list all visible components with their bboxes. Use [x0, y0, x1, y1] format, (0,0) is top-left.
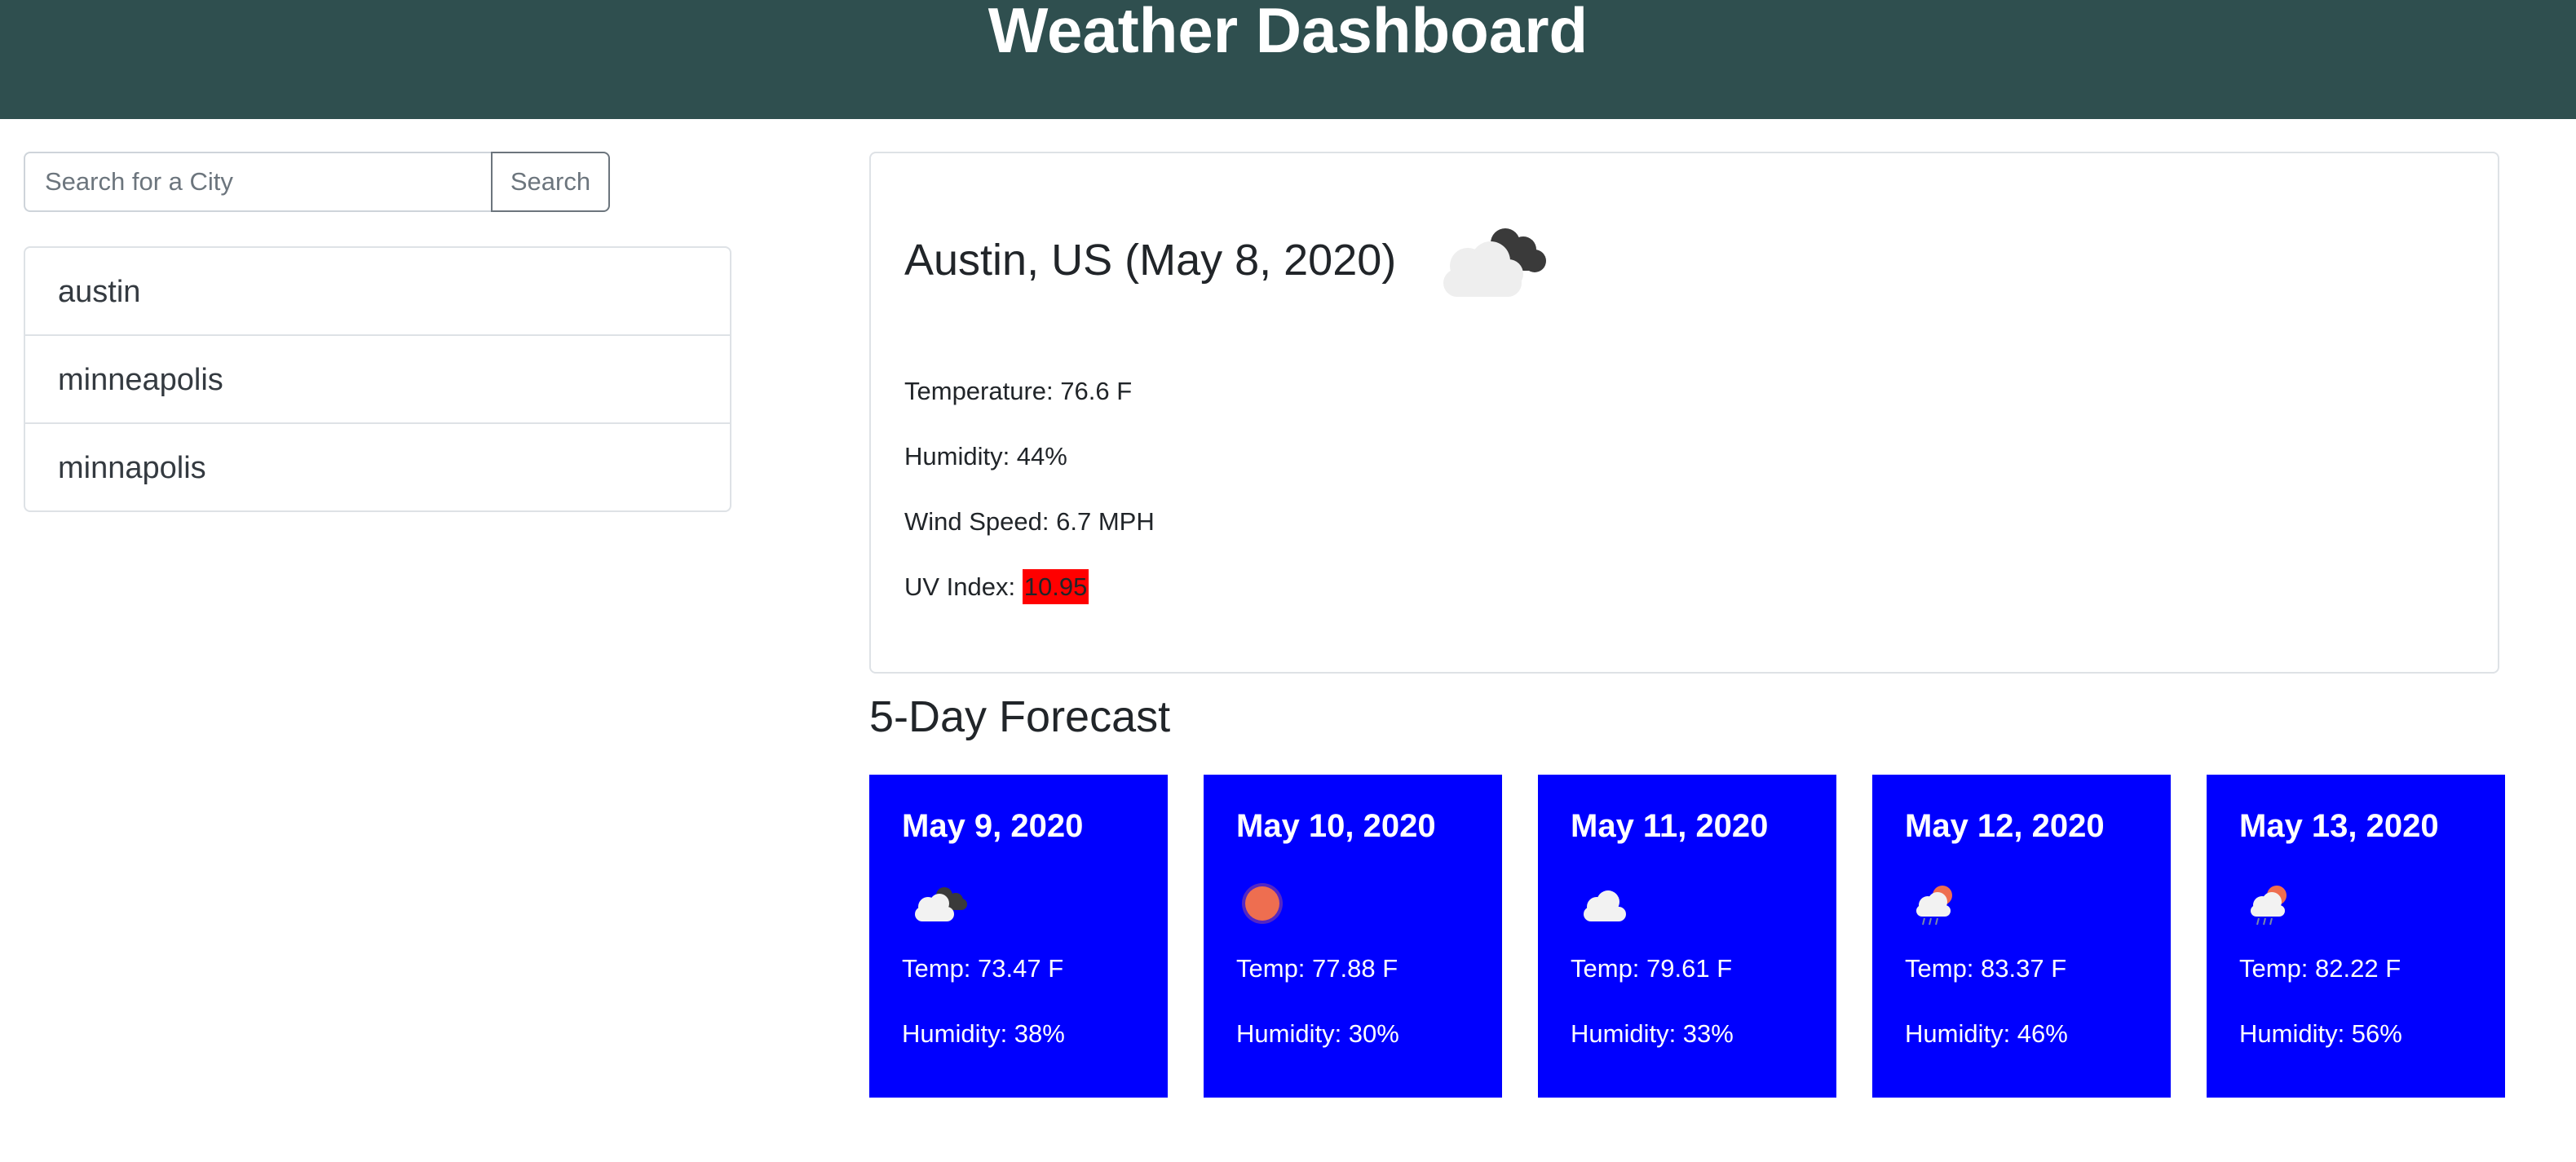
forecast-temp: Temp: 79.61 F	[1571, 954, 1733, 983]
forecast-card-day-4: May 12, 2020 Temp: 83.37 F Humidity: 46%	[1872, 775, 2171, 1098]
forecast-humidity: Humidity: 30%	[1236, 1019, 1399, 1048]
broken-clouds-icon	[1443, 228, 1546, 297]
search-button[interactable]: Search	[491, 152, 610, 212]
history-item-minnapolis[interactable]: minnapolis	[25, 424, 730, 510]
uv-index-label: UV Index:	[904, 572, 1023, 601]
current-humidity: Humidity: 44%	[904, 442, 1067, 471]
current-uv-index: UV Index: 10.95	[904, 569, 1089, 604]
forecast-card-day-5: May 13, 2020 Temp: 82.22 F Humidity: 56%	[2207, 775, 2505, 1098]
few-clouds-icon	[1584, 890, 1626, 921]
sun-rain-cloud-icon	[2251, 886, 2287, 926]
current-weather-card: Austin, US (May 8, 2020) Temperature: 76…	[869, 152, 2499, 674]
clear-sky-sun-icon	[1242, 883, 1283, 924]
search-history-list: austin minneapolis minnapolis	[24, 246, 731, 512]
forecast-humidity: Humidity: 46%	[1905, 1019, 2068, 1048]
forecast-card-day-3: May 11, 2020 Temp: 79.61 F Humidity: 33%	[1538, 775, 1836, 1098]
page-title: Weather Dashboard	[988, 0, 1588, 66]
forecast-date: May 10, 2020	[1236, 808, 1436, 844]
forecast-date: May 11, 2020	[1571, 808, 1769, 844]
city-search-input[interactable]	[24, 152, 492, 212]
forecast-date: May 13, 2020	[2239, 808, 2439, 844]
forecast-date: May 9, 2020	[902, 808, 1084, 844]
forecast-card-day-2: May 10, 2020 Temp: 77.88 F Humidity: 30%	[1204, 775, 1502, 1098]
forecast-date: May 12, 2020	[1905, 808, 2105, 844]
sun-rain-cloud-icon	[1916, 886, 1952, 926]
forecast-humidity: Humidity: 33%	[1571, 1019, 1734, 1048]
history-item-austin[interactable]: austin	[25, 248, 730, 336]
forecast-temp: Temp: 77.88 F	[1236, 954, 1398, 983]
history-item-minneapolis[interactable]: minneapolis	[25, 336, 730, 424]
current-temperature: Temperature: 76.6 F	[904, 377, 1133, 405]
current-wind-speed: Wind Speed: 6.7 MPH	[904, 507, 1155, 536]
forecast-temp: Temp: 82.22 F	[2239, 954, 2401, 983]
forecast-card-day-1: May 9, 2020 Temp: 73.47 F Humidity: 38%	[869, 775, 1168, 1098]
forecast-temp: Temp: 83.37 F	[1905, 954, 2067, 983]
broken-clouds-icon	[915, 887, 967, 921]
forecast-humidity: Humidity: 38%	[902, 1019, 1065, 1048]
page-header: Weather Dashboard	[0, 0, 2576, 119]
forecast-heading: 5-Day Forecast	[869, 692, 1171, 741]
uv-index-badge: 10.95	[1022, 569, 1089, 604]
current-city-title: Austin, US (May 8, 2020)	[904, 236, 1397, 285]
forecast-humidity: Humidity: 56%	[2239, 1019, 2402, 1048]
forecast-temp: Temp: 73.47 F	[902, 954, 1064, 983]
